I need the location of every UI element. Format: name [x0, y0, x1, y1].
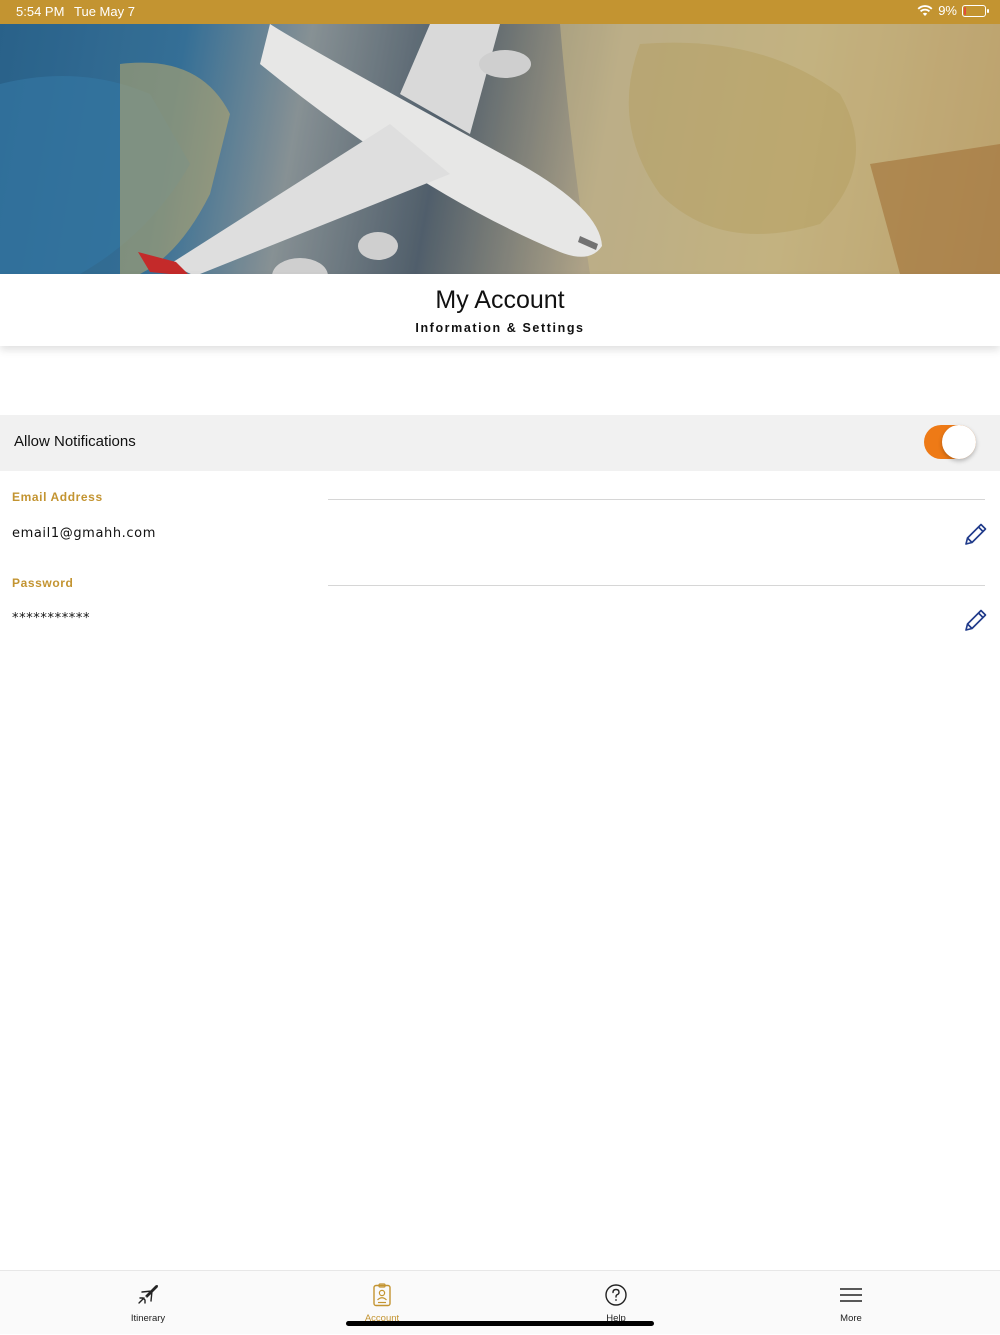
email-divider [328, 499, 985, 500]
page-title: My Account [435, 286, 565, 314]
battery-percent: 9% [938, 3, 957, 18]
status-bar: 5:54 PM Tue May 7 9% [0, 0, 1000, 24]
password-value: *********** [12, 611, 91, 626]
password-edit-pencil-icon[interactable] [962, 606, 990, 634]
battery-charging-icon [962, 4, 989, 17]
tab-label-more: More [840, 1313, 862, 1324]
wifi-icon [917, 4, 933, 16]
tab-label-itinerary: Itinerary [130, 1313, 166, 1324]
airplane-map-illustration [0, 24, 1000, 274]
page-subtitle: Information & Settings [415, 321, 585, 335]
id-badge-icon [373, 1283, 391, 1307]
home-indicator [346, 1321, 654, 1326]
toggle-knob [942, 425, 976, 459]
status-right: 9% [917, 3, 989, 18]
tab-more[interactable]: More [791, 1271, 911, 1335]
email-label: Email Address [12, 490, 103, 504]
password-label: Password [12, 576, 74, 590]
hero-image [0, 24, 1000, 274]
email-value: email1@gmahh.com [12, 526, 156, 541]
status-date: Tue May 7 [74, 4, 135, 19]
notifications-toggle[interactable] [924, 425, 976, 459]
allow-notifications-row: Allow Notifications [0, 415, 1000, 471]
menu-icon [840, 1288, 862, 1302]
status-time: 5:54 PM [16, 4, 65, 19]
airplane-icon [138, 1284, 159, 1304]
tab-itinerary[interactable]: Itinerary [88, 1271, 208, 1335]
page-header: My Account Information & Settings [0, 274, 1000, 346]
allow-notifications-label: Allow Notifications [14, 433, 136, 450]
email-edit-pencil-icon[interactable] [962, 520, 990, 548]
password-divider [328, 585, 985, 586]
question-circle-icon [605, 1284, 627, 1306]
